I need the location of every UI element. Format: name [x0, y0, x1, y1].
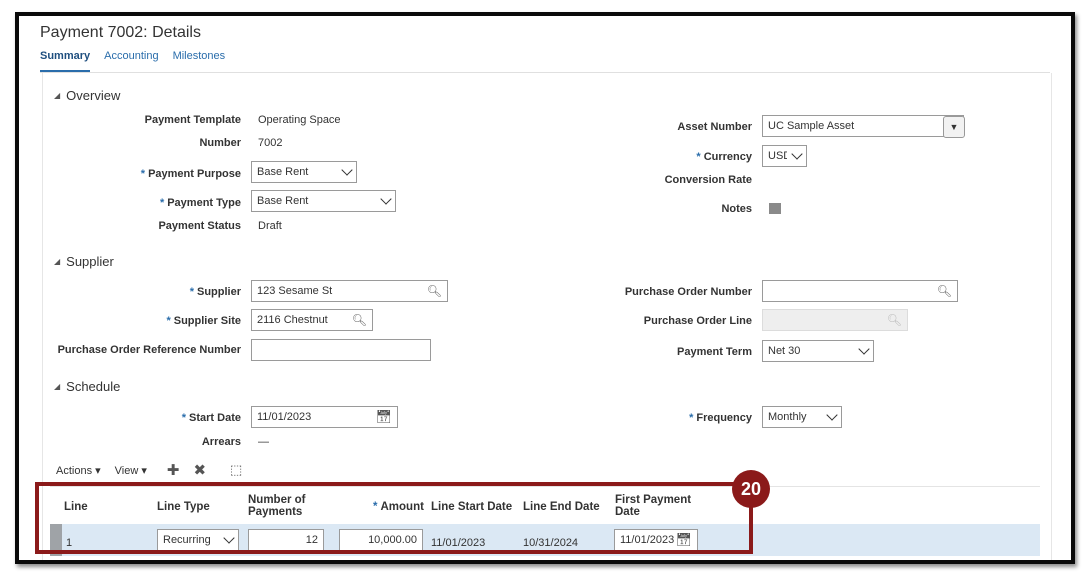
supplier-site-label: * Supplier Site	[166, 315, 241, 327]
number-label: Number	[199, 137, 241, 149]
detach-icon[interactable]: ⬚	[230, 462, 242, 478]
currency-select[interactable]: USD	[762, 145, 807, 167]
schedule-heading: Schedule	[66, 379, 121, 394]
asset-dropdown-button[interactable]: ▼	[943, 116, 965, 138]
required-marker: *	[166, 315, 171, 327]
schedule-section-header[interactable]: ◢ Schedule	[54, 379, 120, 394]
supplier-heading: Supplier	[66, 254, 114, 269]
supplier-section-header[interactable]: ◢ Supplier	[54, 254, 114, 269]
asset-number-value: UC Sample Asset	[768, 120, 855, 132]
collapse-triangle-icon: ◢	[54, 382, 61, 391]
payment-template-label: Payment Template	[144, 114, 241, 126]
payment-template-value: Operating Space	[258, 114, 341, 126]
required-marker: *	[159, 197, 165, 209]
payment-status-label: Payment Status	[158, 220, 241, 232]
number-value: 7002	[258, 137, 283, 149]
payment-term-select[interactable]: Net 30	[762, 340, 874, 362]
calendar-icon[interactable]: 📅︎	[375, 409, 392, 425]
payment-type-label: * Payment Type	[160, 197, 241, 209]
chevron-down-icon	[341, 164, 353, 176]
tab-accounting[interactable]: Accounting	[104, 50, 158, 72]
chevron-down-icon	[380, 193, 392, 205]
required-marker: *	[189, 286, 194, 298]
view-menu-label: View	[114, 464, 139, 477]
search-icon[interactable]: 🔍︎	[937, 284, 952, 298]
payment-purpose-label-text: Payment Purpose	[148, 168, 241, 180]
callout-highlight-box	[35, 482, 753, 554]
tab-bar: Summary Accounting Milestones	[40, 50, 225, 72]
payment-term-value: Net 30	[768, 345, 801, 357]
supplier-input[interactable]: 123 Sesame St 🔍︎	[251, 280, 448, 302]
delete-icon[interactable]: ✖	[193, 461, 206, 479]
conversion-rate-label: Conversion Rate	[664, 174, 752, 186]
overview-section-header[interactable]: ◢ Overview	[54, 88, 120, 103]
notes-label: Notes	[721, 203, 752, 215]
required-marker: *	[696, 151, 701, 163]
actions-menu-label: Actions	[56, 464, 93, 477]
po-reference-label: Purchase Order Reference Number	[57, 344, 241, 356]
required-marker: *	[140, 168, 146, 180]
chevron-down-icon	[858, 343, 870, 355]
start-date-label-text: Start Date	[189, 412, 241, 424]
frequency-value: Monthly	[768, 411, 807, 423]
currency-label: * Currency	[696, 151, 752, 163]
search-icon[interactable]: 🔍︎	[352, 313, 367, 327]
view-menu[interactable]: View ▾	[115, 464, 147, 477]
po-number-input[interactable]: 🔍︎	[762, 280, 958, 302]
asset-number-label: Asset Number	[677, 121, 752, 133]
arrears-label: Arrears	[201, 436, 241, 448]
payment-purpose-select[interactable]: Base Rent	[251, 161, 357, 183]
po-reference-input[interactable]	[251, 339, 431, 361]
start-date-value: 11/01/2023	[257, 411, 312, 423]
required-marker: *	[689, 412, 694, 424]
po-line-input: 🔍︎	[762, 309, 908, 331]
payment-type-select[interactable]: Base Rent	[251, 190, 396, 212]
table-toolbar: Actions ▾ View ▾ ✚ ✖ ⬚	[56, 461, 242, 479]
search-icon[interactable]: 🔍︎	[427, 284, 442, 298]
payment-purpose-label: * Payment Purpose	[141, 168, 241, 180]
payment-status-value: Draft	[258, 220, 282, 232]
start-date-input[interactable]: 11/01/2023 📅︎	[251, 406, 398, 428]
collapse-triangle-icon: ◢	[54, 257, 61, 266]
chevron-down-icon	[826, 409, 838, 421]
tab-summary[interactable]: Summary	[40, 50, 91, 72]
supplier-label: * Supplier	[190, 286, 241, 298]
frequency-label: * Frequency	[689, 412, 752, 424]
page-title: Payment 7002: Details	[40, 24, 201, 41]
tab-milestones[interactable]: Milestones	[173, 50, 226, 72]
required-marker: *	[181, 412, 187, 424]
app-frame: Payment 7002: Details Summary Accounting…	[15, 12, 1075, 564]
asset-number-input[interactable]: UC Sample Asset	[762, 115, 964, 137]
po-number-label: Purchase Order Number	[624, 286, 752, 298]
payment-purpose-value: Base Rent	[257, 166, 309, 178]
frequency-label-text: Frequency	[696, 412, 752, 424]
payment-type-label-text: Payment Type	[167, 197, 241, 209]
currency-label-text: Currency	[703, 151, 752, 163]
add-icon[interactable]: ✚	[167, 461, 180, 479]
notes-icon[interactable]	[769, 203, 781, 217]
supplier-label-text: Supplier	[196, 286, 241, 298]
actions-menu[interactable]: Actions ▾	[56, 464, 101, 477]
collapse-triangle-icon: ◢	[54, 91, 61, 100]
overview-heading: Overview	[66, 88, 121, 103]
start-date-label: * Start Date	[182, 412, 241, 424]
payment-term-label: Payment Term	[677, 346, 752, 358]
payment-type-value: Base Rent	[257, 195, 309, 207]
supplier-site-input[interactable]: 2116 Chestnut 🔍︎	[251, 309, 373, 331]
supplier-site-label-text: Supplier Site	[173, 315, 241, 327]
supplier-value: 123 Sesame St	[257, 285, 333, 297]
po-line-label: Purchase Order Line	[643, 315, 752, 327]
frequency-select[interactable]: Monthly	[762, 406, 842, 428]
search-icon: 🔍︎	[886, 313, 902, 327]
chevron-down-icon	[791, 148, 803, 160]
callout-number-badge: 20	[732, 470, 770, 508]
arrears-value: —	[258, 436, 269, 448]
supplier-site-value: 2116 Chestnut	[257, 314, 328, 326]
currency-value: USD	[768, 150, 787, 162]
